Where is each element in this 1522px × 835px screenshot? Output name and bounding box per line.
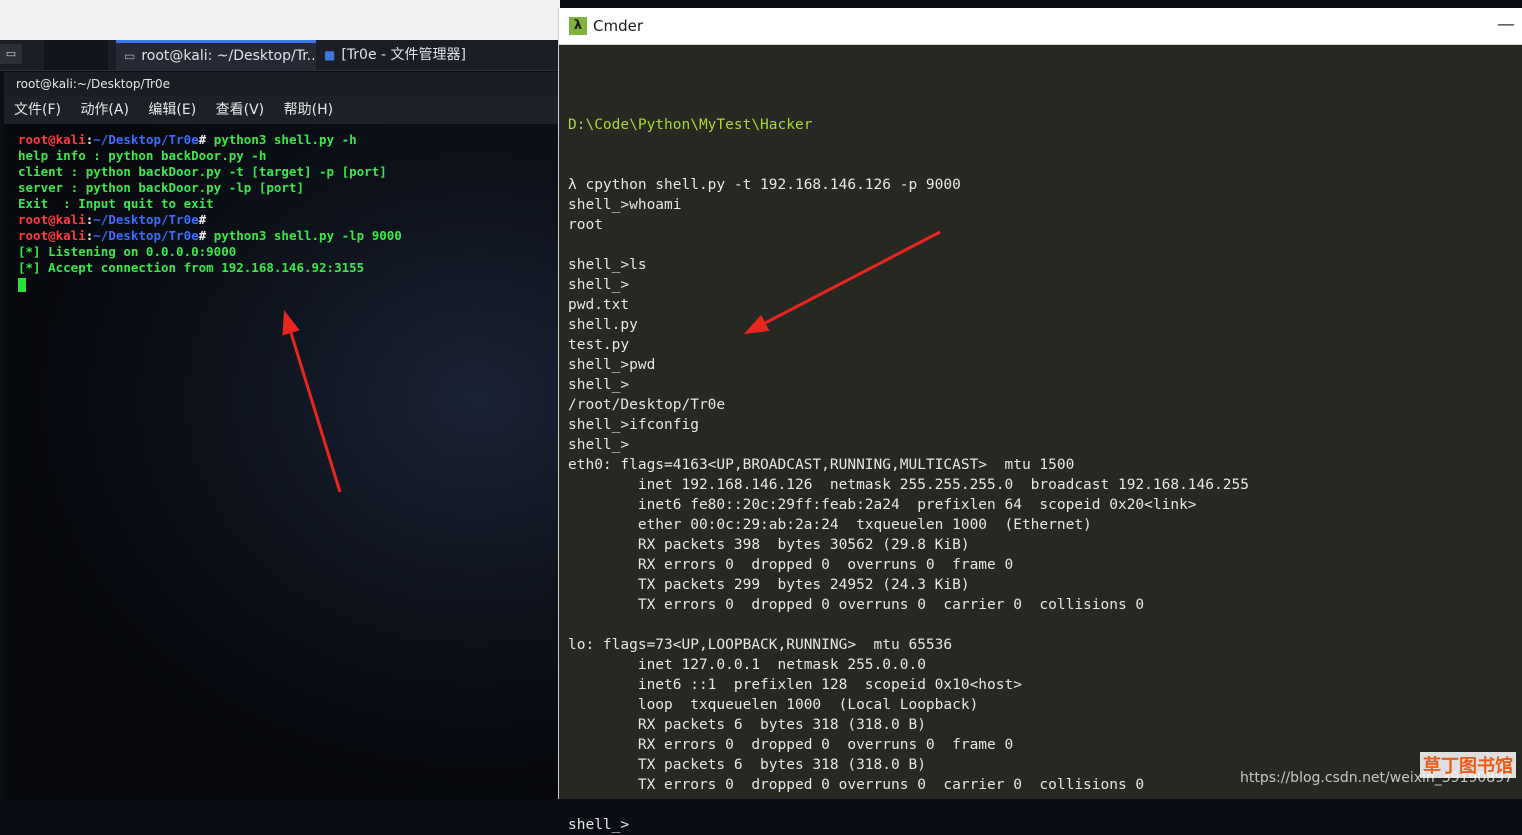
annotation-arrows — [282, 230, 941, 493]
arrow-kali-head — [282, 310, 300, 336]
arrow-kali-shaft — [289, 332, 342, 493]
console-line: shell_> — [568, 817, 630, 833]
arrow-cmder-head — [744, 314, 770, 334]
corner-logo: 草丁图书馆 — [1420, 752, 1516, 778]
arrow-cmder-shaft — [764, 230, 941, 325]
